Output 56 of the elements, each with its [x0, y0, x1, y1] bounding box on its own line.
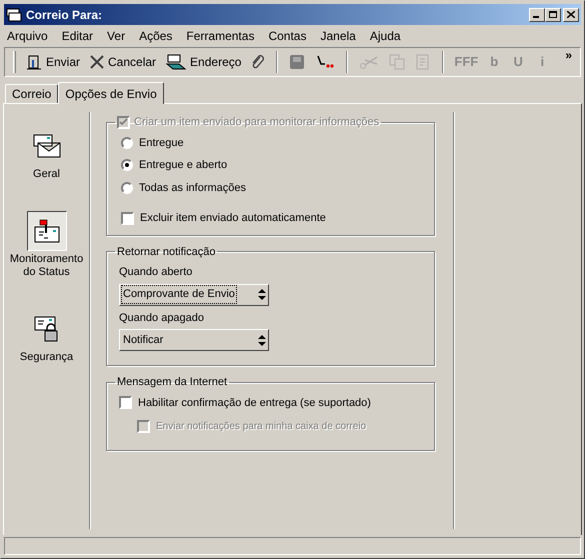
- mailbox-flag-icon: [32, 218, 62, 244]
- radio-button[interactable]: [121, 136, 133, 149]
- tab[interactable]: Correio: [5, 84, 58, 103]
- minimize-button[interactable]: [529, 8, 545, 22]
- field-label: Quando aberto: [119, 265, 194, 280]
- scissors-icon: [359, 54, 380, 70]
- maximize-icon: [549, 11, 557, 18]
- window-title: Correio Para:: [26, 6, 102, 24]
- overflow-chevron[interactable]: »: [565, 48, 572, 62]
- paste-icon: [415, 54, 432, 70]
- radio-button[interactable]: [121, 182, 133, 194]
- menu-item[interactable]: Janela: [320, 26, 356, 44]
- field-label: Quando apagado: [119, 310, 206, 326]
- close-button[interactable]: [563, 8, 579, 22]
- toolbar-button[interactable]: Enviar: [22, 50, 84, 74]
- checkbox[interactable]: [119, 396, 132, 410]
- up-down-arrows-icon: [258, 334, 266, 346]
- menu-item[interactable]: Contas: [268, 26, 306, 44]
- checkbox-label: Criar um item enviado para monitorar informações: [134, 115, 380, 130]
- group-title: Retornar notificação: [117, 244, 216, 260]
- checkbox[interactable]: [121, 212, 134, 225]
- radio-label: Todas as informações: [139, 180, 246, 196]
- sidebar-label: Monitoramento do Status: [8, 253, 84, 279]
- checkbox-label: Excluir item enviado automaticamente: [140, 211, 326, 226]
- toolbar-button[interactable]: Cancelar: [86, 50, 160, 74]
- close-icon: [567, 11, 575, 18]
- select-value: Notificar: [122, 332, 164, 348]
- save-icon: [289, 54, 306, 70]
- select-field[interactable]: Notificar: [119, 329, 269, 351]
- select-field[interactable]: Comprovante de Envio: [119, 284, 269, 306]
- close-icon: [90, 55, 104, 69]
- maximize-button[interactable]: [545, 8, 561, 22]
- tab[interactable]: Opções de Envio: [58, 82, 164, 104]
- checkbox-label: Enviar notificações para minha caixa de correio: [156, 420, 366, 434]
- menu-item[interactable]: Ver: [107, 26, 126, 44]
- sidebar-label: Geral: [32, 168, 61, 181]
- envelope-icon: [32, 133, 62, 159]
- toolbar-button[interactable]: Endereço: [162, 50, 246, 74]
- sidebar-label: Segurança: [18, 351, 74, 364]
- checkbox-label: Habilitar confirmação de entrega (se suportado): [138, 396, 371, 410]
- menu-item[interactable]: Ajuda: [370, 26, 401, 44]
- sidebar-icon-button[interactable]: [26, 211, 66, 251]
- radio-button[interactable]: [121, 159, 133, 172]
- group-title: Mensagem da Internet: [117, 375, 228, 390]
- paperclip-icon: [251, 54, 266, 70]
- radio-label: Entregue e aberto: [139, 158, 228, 173]
- menu-item[interactable]: Editar: [62, 26, 94, 44]
- arrow-dots-icon: [315, 54, 336, 70]
- menu-item[interactable]: Ações: [139, 26, 172, 44]
- copy-icon: [389, 54, 406, 70]
- radio-label: Entregue: [139, 136, 184, 150]
- select-value: Comprovante de Envio: [122, 286, 236, 303]
- address-book-icon: [166, 54, 186, 70]
- menu-item[interactable]: Ferramentas: [186, 26, 254, 44]
- up-down-arrows-icon: [258, 289, 266, 300]
- menu-item[interactable]: Arquivo: [7, 26, 48, 44]
